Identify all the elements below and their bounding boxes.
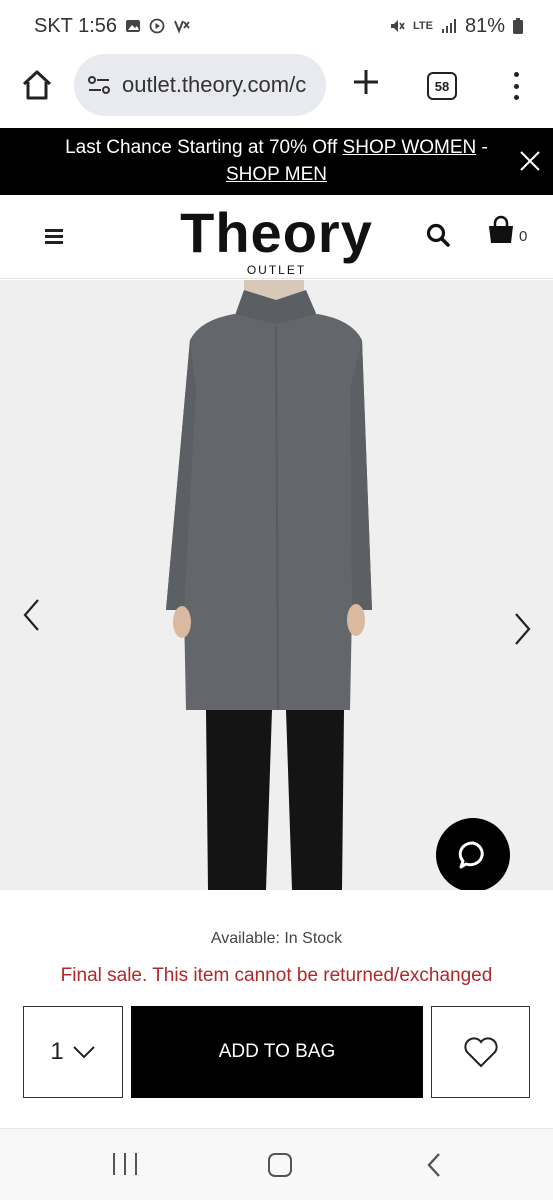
logo-subtitle: OUTLET: [246, 263, 307, 277]
shop-women-link[interactable]: SHOP WOMEN: [343, 137, 477, 158]
plus-icon[interactable]: [350, 66, 382, 98]
play-notification-icon: [149, 18, 165, 34]
site-header: Theory OUTLET 0: [0, 195, 553, 279]
status-bar: SKT 1:56 LTE 81%: [0, 0, 553, 52]
chat-button[interactable]: [436, 818, 510, 890]
promo-separator: -: [481, 137, 488, 158]
battery-icon: [513, 18, 523, 34]
status-left: SKT 1:56: [34, 15, 191, 38]
promo-text: Last Chance Starting at 70% Off: [65, 137, 338, 158]
search-icon[interactable]: [425, 222, 451, 248]
bag-icon[interactable]: [486, 215, 516, 245]
site-info-icon[interactable]: [86, 72, 112, 98]
home-icon[interactable]: [20, 68, 54, 102]
vpn-notification-icon: [174, 20, 190, 34]
logo-wordmark[interactable]: Theory: [0, 205, 553, 261]
promo-banner: Last Chance Starting at 70% Off SHOP WOM…: [0, 128, 553, 195]
logo[interactable]: Theory OUTLET: [0, 205, 553, 278]
carrier-time: SKT 1:56: [34, 14, 118, 37]
chevron-left-icon[interactable]: [18, 596, 44, 634]
home-nav-icon[interactable]: [268, 1153, 292, 1177]
product-image-gallery[interactable]: [0, 280, 553, 890]
address-bar[interactable]: outlet.theory.com/c: [74, 54, 326, 116]
bag-count: 0: [519, 228, 528, 245]
add-to-bag-button[interactable]: ADD TO BAG: [131, 1006, 423, 1098]
more-icon[interactable]: [504, 68, 528, 104]
close-icon[interactable]: [519, 150, 541, 172]
battery-percent: 81%: [464, 14, 505, 37]
back-icon[interactable]: [424, 1151, 444, 1179]
url-text[interactable]: outlet.theory.com/c: [122, 72, 316, 98]
system-nav-bar: [0, 1128, 553, 1200]
shop-men-link[interactable]: SHOP MEN: [226, 164, 327, 185]
gallery-notification-icon: [126, 20, 141, 32]
quantity-select[interactable]: 1: [23, 1006, 123, 1098]
mute-icon: [391, 20, 405, 32]
chevron-down-icon[interactable]: [72, 1045, 96, 1059]
status-right: LTE 81%: [389, 15, 523, 38]
network-type: LTE: [413, 20, 433, 32]
quantity-value[interactable]: 1: [50, 1038, 63, 1066]
chat-icon[interactable]: [456, 838, 490, 872]
final-sale-notice: Final sale. This item cannot be returned…: [60, 965, 493, 986]
browser-toolbar: outlet.theory.com/c 58: [0, 52, 553, 128]
heart-icon[interactable]: [462, 1035, 500, 1069]
product-image: [166, 280, 372, 890]
chevron-right-icon[interactable]: [510, 610, 536, 648]
availability-status: Available: In Stock: [210, 930, 343, 947]
wishlist-button[interactable]: [431, 1006, 530, 1098]
recent-apps-icon[interactable]: [113, 1153, 137, 1175]
signal-icon: [441, 19, 456, 33]
tabs-icon[interactable]: 58: [427, 72, 457, 100]
